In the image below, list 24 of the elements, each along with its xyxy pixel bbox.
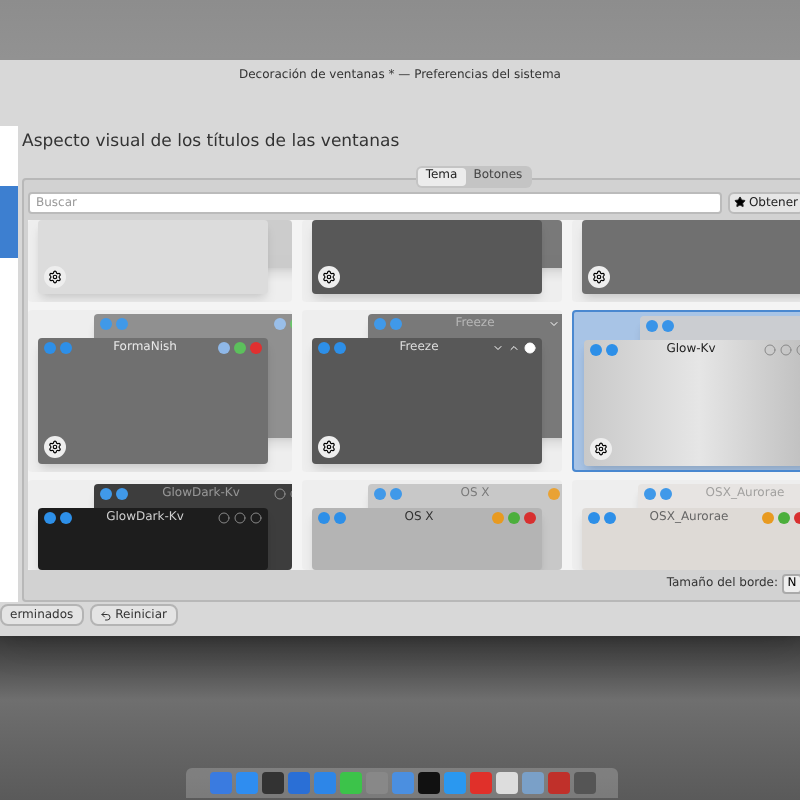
settings-icon[interactable] (588, 265, 610, 287)
sidebar-item[interactable] (0, 185, 18, 257)
app-icon[interactable] (495, 772, 517, 794)
circle-icon (274, 488, 286, 500)
page-heading: Aspecto visual de los títulos de las ventanas (22, 129, 402, 153)
chevron-down-icon (492, 342, 504, 354)
circle-icon (764, 344, 776, 356)
settings-icon[interactable] (318, 435, 340, 457)
settings-icon[interactable] (44, 265, 66, 287)
app-icon[interactable] (261, 772, 283, 794)
circle-icon (250, 512, 262, 524)
circle-icon (780, 344, 792, 356)
settings-icon[interactable] (44, 435, 66, 457)
app-icon[interactable] (417, 772, 439, 794)
undo-icon (99, 609, 112, 622)
theme-preview[interactable] (302, 219, 562, 301)
chevron-down-icon (548, 318, 560, 330)
settings-icon[interactable] (318, 265, 340, 287)
star-icon (734, 196, 747, 208)
circle-icon (234, 512, 246, 524)
chevron-up-icon (508, 342, 520, 354)
circle-icon (524, 342, 536, 354)
settings-icon[interactable] (590, 437, 612, 459)
circle-icon (218, 512, 230, 524)
